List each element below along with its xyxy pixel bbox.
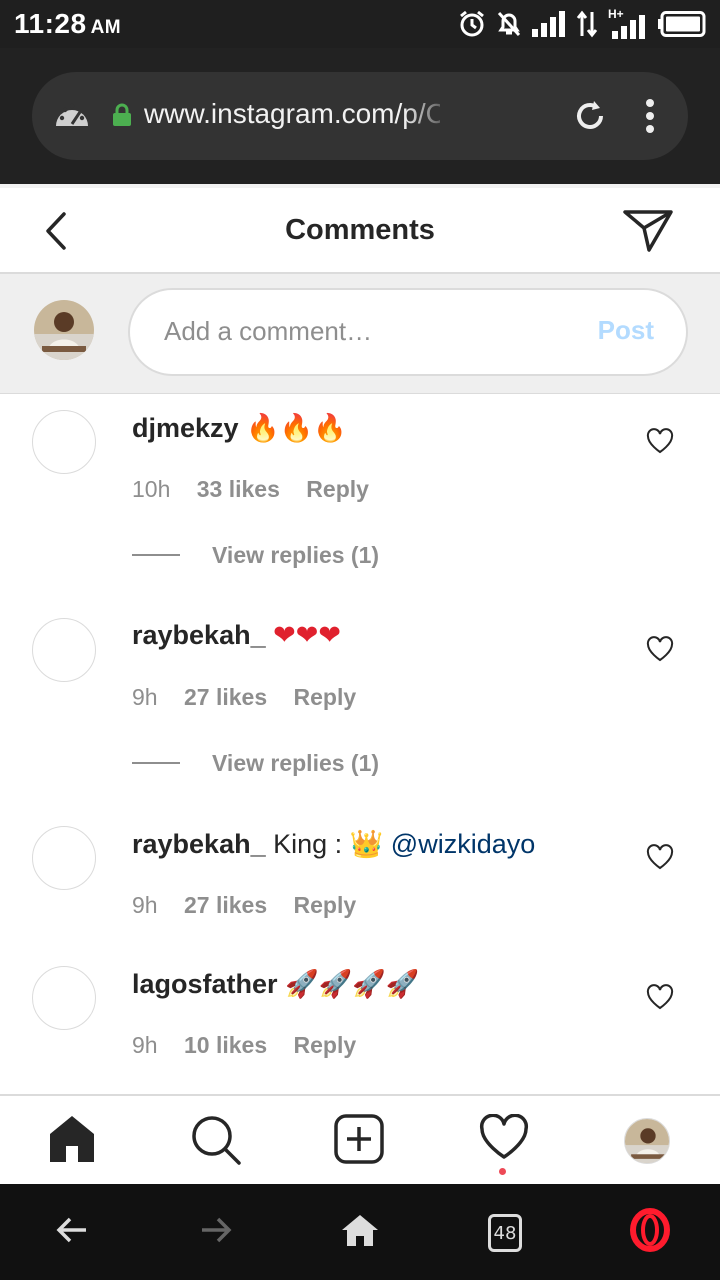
comment-username[interactable]: djmekzy [132, 413, 239, 443]
comment-time: 9h [132, 684, 158, 710]
comment-username[interactable]: raybekah_ [132, 620, 266, 650]
avatar[interactable] [32, 410, 96, 474]
back-arrow-icon[interactable] [54, 1212, 90, 1248]
page-title: Comments [285, 214, 435, 246]
view-replies-button[interactable]: View replies (1) [132, 748, 379, 778]
comment-text: 🚀🚀🚀🚀 [285, 969, 420, 999]
mute-icon [497, 11, 521, 37]
comment-body: lagosfather 🚀🚀🚀🚀 [132, 968, 420, 1000]
new-post-icon[interactable] [334, 1114, 384, 1164]
view-replies-label[interactable]: View replies (1) [212, 542, 379, 569]
status-time: 11:28 AM [14, 8, 121, 40]
reload-icon[interactable] [572, 98, 608, 134]
comment-composer: Add a comment… Post [0, 274, 720, 394]
avatar [34, 300, 94, 360]
alarm-icon [460, 10, 484, 37]
url-fade [404, 92, 452, 140]
view-replies-divider [132, 554, 180, 556]
signal-icon [532, 11, 565, 37]
like-heart-icon[interactable] [646, 636, 674, 662]
status-icons: H+ [458, 7, 706, 39]
status-bar: 11:28 AM H+ [0, 0, 720, 48]
avatar[interactable] [32, 966, 96, 1030]
address-bar[interactable]: www.instagram.com/p/CCrqc7 [32, 72, 688, 160]
profile-avatar[interactable] [624, 1118, 670, 1164]
tabs-icon[interactable]: 48 [488, 1214, 522, 1252]
notification-dot [499, 1168, 506, 1175]
speed-dial-icon[interactable] [52, 96, 92, 132]
comment-time: 9h [132, 1032, 158, 1058]
direct-share-icon[interactable] [620, 206, 676, 254]
status-clock: 11:28 [14, 8, 87, 39]
browser-toolbar: www.instagram.com/p/CCrqc7 [0, 48, 720, 184]
signal-hplus: H+ [608, 7, 648, 39]
comment-likes[interactable]: 27 likes [184, 892, 267, 918]
forward-arrow-icon[interactable] [198, 1212, 234, 1248]
comment-mention-link[interactable]: @wizkidayo [391, 829, 535, 859]
data-transfer-icon [576, 10, 598, 38]
comment-username[interactable]: lagosfather [132, 969, 278, 999]
comment-meta: 9h 10 likes Reply [132, 1032, 376, 1059]
view-replies-button[interactable]: View replies (1) [132, 540, 379, 570]
comment-time: 10h [132, 476, 171, 502]
battery-icon [658, 11, 706, 37]
signal-icon-2 [612, 15, 645, 39]
comments-header: Comments [0, 184, 720, 274]
comment-meta: 10h 33 likes Reply [132, 476, 389, 503]
search-icon[interactable] [190, 1114, 242, 1166]
comment-meta: 9h 27 likes Reply [132, 892, 376, 919]
post-button[interactable]: Post [598, 315, 654, 346]
home-icon[interactable] [340, 1212, 380, 1248]
comment-text: ❤❤❤ [273, 620, 341, 650]
comment-body: raybekah_ King : 👑 @wizkidayo [132, 828, 535, 860]
reply-button[interactable]: Reply [294, 1032, 357, 1058]
view-replies-label[interactable]: View replies (1) [212, 750, 379, 777]
opera-icon[interactable] [630, 1208, 670, 1252]
comment-username[interactable]: raybekah_ [132, 829, 266, 859]
like-heart-icon[interactable] [646, 984, 674, 1010]
reply-button[interactable]: Reply [294, 684, 357, 710]
browser-bottom-bar [0, 1184, 720, 1280]
comment-meta: 9h 27 likes Reply [132, 684, 376, 711]
activity-icon[interactable] [479, 1114, 529, 1160]
lock-icon [113, 103, 131, 126]
url-text[interactable]: www.instagram.com/p/CCrqc7 [144, 98, 440, 130]
reply-button[interactable]: Reply [294, 892, 357, 918]
comment-placeholder: Add a comment… [164, 316, 373, 346]
avatar[interactable] [32, 618, 96, 682]
comment-body: djmekzy 🔥🔥🔥 [132, 412, 347, 444]
comment-likes[interactable]: 33 likes [197, 476, 280, 502]
comment-body: raybekah_ ❤❤❤ [132, 620, 341, 651]
reply-button[interactable]: Reply [306, 476, 369, 502]
comment-likes[interactable]: 10 likes [184, 1032, 267, 1058]
avatar[interactable] [32, 826, 96, 890]
comment-input[interactable]: Add a comment… Post [128, 288, 688, 376]
comment-time: 9h [132, 892, 158, 918]
instagram-bottom-nav [0, 1094, 720, 1184]
status-ampm: AM [90, 17, 122, 38]
tab-count: 48 [493, 1223, 517, 1244]
home-icon[interactable] [48, 1114, 96, 1164]
comment-likes[interactable]: 27 likes [184, 684, 267, 710]
more-icon[interactable] [640, 98, 660, 134]
like-heart-icon[interactable] [646, 428, 674, 454]
like-heart-icon[interactable] [646, 844, 674, 870]
comment-text: 🔥🔥🔥 [246, 413, 347, 443]
view-replies-divider [132, 762, 180, 764]
comment-text: King : 👑 [273, 829, 384, 859]
